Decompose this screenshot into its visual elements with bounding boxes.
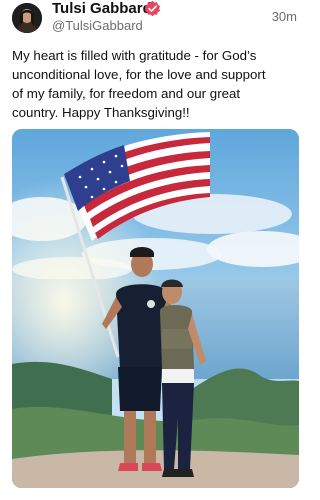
author-handle[interactable]: @TulsiGabbard bbox=[52, 18, 143, 33]
post-text: My heart is filled with gratitude - for … bbox=[12, 46, 302, 122]
avatar-photo bbox=[12, 3, 42, 33]
post-text-line: country. Happy Thanksgiving!! bbox=[12, 105, 190, 120]
photo-couple-with-us-flag-on-mountain bbox=[12, 129, 299, 488]
post-photo[interactable] bbox=[12, 129, 299, 488]
post-text-line: of my family, for freedom and our great bbox=[12, 86, 241, 101]
author-name[interactable]: Tulsi Gabbard bbox=[52, 0, 152, 17]
post-text-line: unconditional love, for the love and sup… bbox=[12, 67, 266, 82]
verified-badge-icon bbox=[144, 0, 161, 17]
avatar[interactable] bbox=[12, 3, 42, 33]
post-timestamp: 30m bbox=[271, 9, 297, 24]
post-card[interactable]: Tulsi Gabbard @TulsiGabbard 30m My heart… bbox=[0, 0, 311, 500]
post-text-line: My heart is filled with gratitude - for … bbox=[12, 48, 257, 63]
